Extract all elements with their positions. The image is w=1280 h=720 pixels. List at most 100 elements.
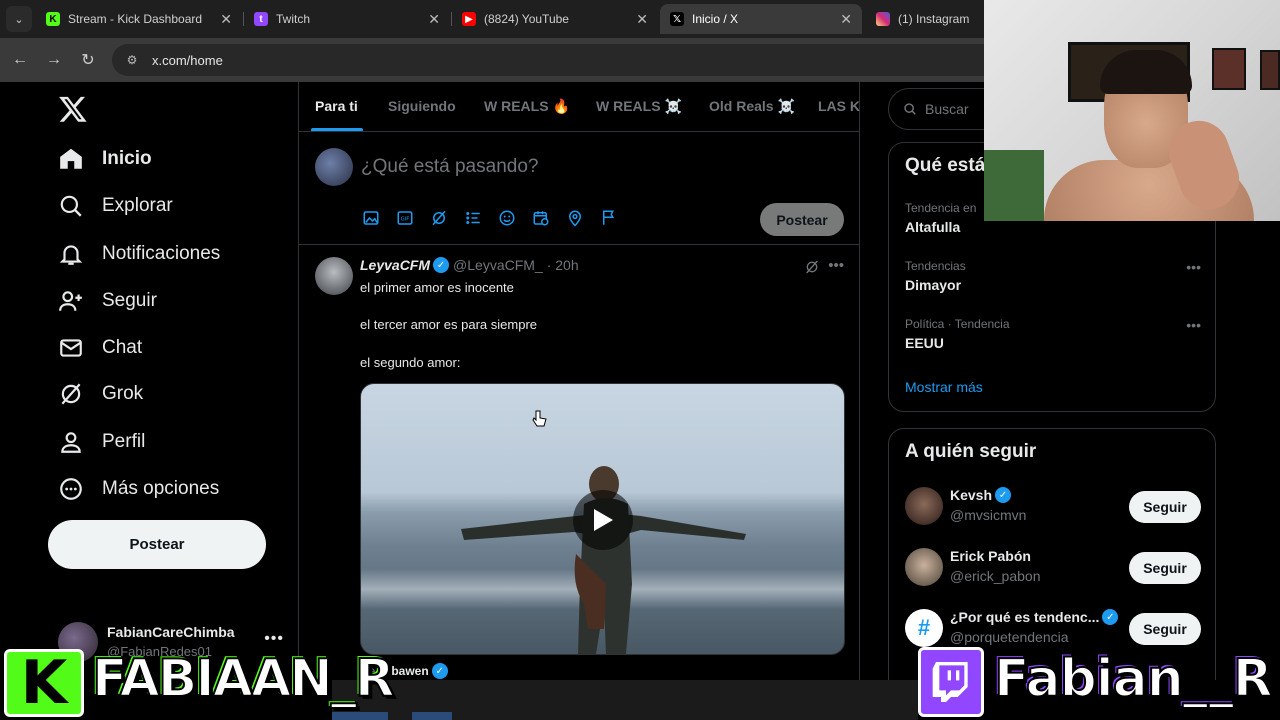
follow-button[interactable]: Seguir (1129, 552, 1201, 584)
tab-old-reals[interactable]: Old Reals ☠️ (709, 98, 795, 115)
show-more-link[interactable]: Mostrar más (905, 379, 983, 395)
tab-title: Inicio / X (692, 12, 739, 26)
avatar[interactable] (905, 487, 943, 525)
svg-text:GIF: GIF (401, 217, 410, 223)
address-bar[interactable]: ⚙ x.com/home (112, 44, 1012, 76)
nav-item-notifications[interactable]: Notificaciones (58, 234, 220, 274)
home-icon (60, 148, 82, 169)
close-icon[interactable]: ✕ (220, 11, 232, 28)
forward-arrow-icon[interactable]: → (42, 48, 66, 72)
compose-post-button[interactable]: Postear (760, 203, 844, 236)
tab-for-you[interactable]: Para ti (315, 98, 358, 114)
more-dots-icon[interactable]: ••• (828, 257, 844, 274)
twitch-icon: t (254, 12, 268, 26)
search-icon (60, 195, 82, 217)
reload-icon[interactable]: ↻ (76, 48, 100, 72)
trend-item[interactable]: Tendencias Dimayor ••• (905, 259, 1201, 293)
hashtag-icon[interactable]: # (905, 609, 943, 647)
person-add-icon (59, 291, 82, 311)
kick-channel-overlay: K FABIAAN_R (0, 643, 396, 720)
url-text: x.com/home (152, 52, 223, 68)
compose-input[interactable]: ¿Qué está pasando? (361, 156, 538, 178)
avatar (315, 148, 353, 186)
trend-item[interactable]: Política · Tendencia EEUU ••• (905, 317, 1201, 351)
grok-icon[interactable] (429, 208, 449, 228)
main-timeline: Para ti Siguiendo W REALS 🔥 W REALS ☠️ O… (298, 82, 860, 680)
tab-title: (1) Instagram (898, 12, 970, 26)
taskbar-item[interactable] (332, 712, 388, 720)
nav-label: Grok (102, 383, 144, 404)
taskbar-strip (332, 680, 918, 720)
follow-button[interactable]: Seguir (1129, 491, 1201, 523)
tab-instagram[interactable]: (1) Instagram (866, 4, 986, 34)
trend-topic: Dimayor (905, 277, 962, 293)
nav-label: Más opciones (102, 478, 220, 499)
kick-logo-icon: K (4, 649, 84, 717)
flag-icon[interactable] (599, 208, 619, 228)
gif-icon[interactable]: GIF (395, 208, 415, 228)
who-to-follow-title: A quién seguir (905, 441, 1037, 462)
nav-label: Explorar (102, 195, 173, 216)
hand-cursor-icon (532, 410, 547, 427)
tab-following[interactable]: Siguiendo (388, 98, 456, 114)
site-settings-icon[interactable]: ⚙ (124, 52, 140, 68)
tweet[interactable]: LeyvaCFM ✓ @LeyvaCFM_ · 20h ••• el prime… (299, 245, 860, 680)
person-icon (61, 432, 81, 453)
nav-item-more[interactable]: Más opciones (58, 469, 219, 509)
follow-suggestion[interactable]: Erick Pabón @erick_pabon Seguir (905, 546, 1201, 590)
nav-item-home[interactable]: Inicio (58, 139, 152, 179)
tweet-video[interactable] (360, 383, 845, 655)
emoji-icon[interactable] (497, 208, 517, 228)
suggestion-name: Erick Pabón (950, 548, 1031, 564)
post-button[interactable]: Postear (48, 520, 266, 569)
wall-frame (1212, 48, 1246, 90)
tab-twitch[interactable]: t Twitch ✕ (244, 4, 450, 34)
tab-kick-dashboard[interactable]: K Stream - Kick Dashboard ✕ (36, 4, 242, 34)
suggestion-name: Kevsh ✓ (950, 487, 1012, 503)
tab-w-reals-skull[interactable]: W REALS ☠️ (596, 98, 682, 115)
tab-x-home[interactable]: 𝕏 Inicio / X ✕ (660, 4, 862, 34)
compose-toolbar: GIF (361, 208, 619, 228)
avatar[interactable] (315, 257, 353, 295)
x-logo-icon[interactable] (58, 94, 88, 124)
account-name: FabianCareChimba (107, 624, 235, 640)
nav-item-explore[interactable]: Explorar (58, 186, 173, 226)
poll-icon[interactable] (463, 208, 483, 228)
back-arrow-icon[interactable]: ← (8, 48, 32, 72)
suggestion-handle: @mvsicmvn (950, 507, 1027, 523)
more-dots-icon[interactable]: ••• (1186, 259, 1201, 275)
trend-topic: Altafulla (905, 219, 961, 235)
nav-item-follow[interactable]: Seguir (58, 281, 157, 321)
trends-title: Qué está (905, 155, 986, 176)
tab-youtube[interactable]: ▶ (8824) YouTube ✕ (452, 4, 658, 34)
twitch-channel-overlay: Fabian__R (918, 643, 1280, 720)
search-placeholder: Buscar (925, 101, 969, 117)
follow-button[interactable]: Seguir (1129, 613, 1201, 645)
kick-channel-name: FABIAAN_R (91, 648, 396, 710)
verified-badge-icon: ✓ (431, 663, 448, 679)
tab-title: Twitch (276, 12, 311, 26)
nav-item-chat[interactable]: Chat (58, 328, 142, 368)
location-icon[interactable] (565, 208, 585, 228)
taskbar-item[interactable] (412, 712, 452, 720)
tab-las-k[interactable]: LAS K- (818, 98, 860, 114)
close-icon[interactable]: ✕ (840, 11, 852, 28)
grok-icon[interactable] (804, 259, 820, 275)
tweet-header: LeyvaCFM ✓ @LeyvaCFM_ · 20h (360, 257, 579, 273)
avatar[interactable] (905, 548, 943, 586)
tweet-author-handle[interactable]: @LeyvaCFM_ (453, 257, 543, 273)
tab-w-reals-fire[interactable]: W REALS 🔥 (484, 98, 570, 115)
close-icon[interactable]: ✕ (636, 11, 648, 28)
more-dots-icon[interactable]: ••• (1186, 317, 1201, 333)
follow-suggestion[interactable]: Kevsh ✓ @mvsicmvn Seguir (905, 485, 1201, 529)
nav-item-profile[interactable]: Perfil (58, 422, 145, 462)
play-button[interactable] (573, 490, 633, 550)
nav-label: Chat (102, 337, 143, 358)
close-icon[interactable]: ✕ (428, 11, 440, 28)
tweet-author-name[interactable]: LeyvaCFM (360, 257, 430, 273)
tweet-time[interactable]: · 20h (547, 257, 579, 273)
nav-item-grok[interactable]: Grok (58, 374, 143, 414)
tab-search-button[interactable]: ⌄ (6, 6, 32, 32)
schedule-icon[interactable] (531, 208, 551, 228)
image-icon[interactable] (361, 208, 381, 228)
